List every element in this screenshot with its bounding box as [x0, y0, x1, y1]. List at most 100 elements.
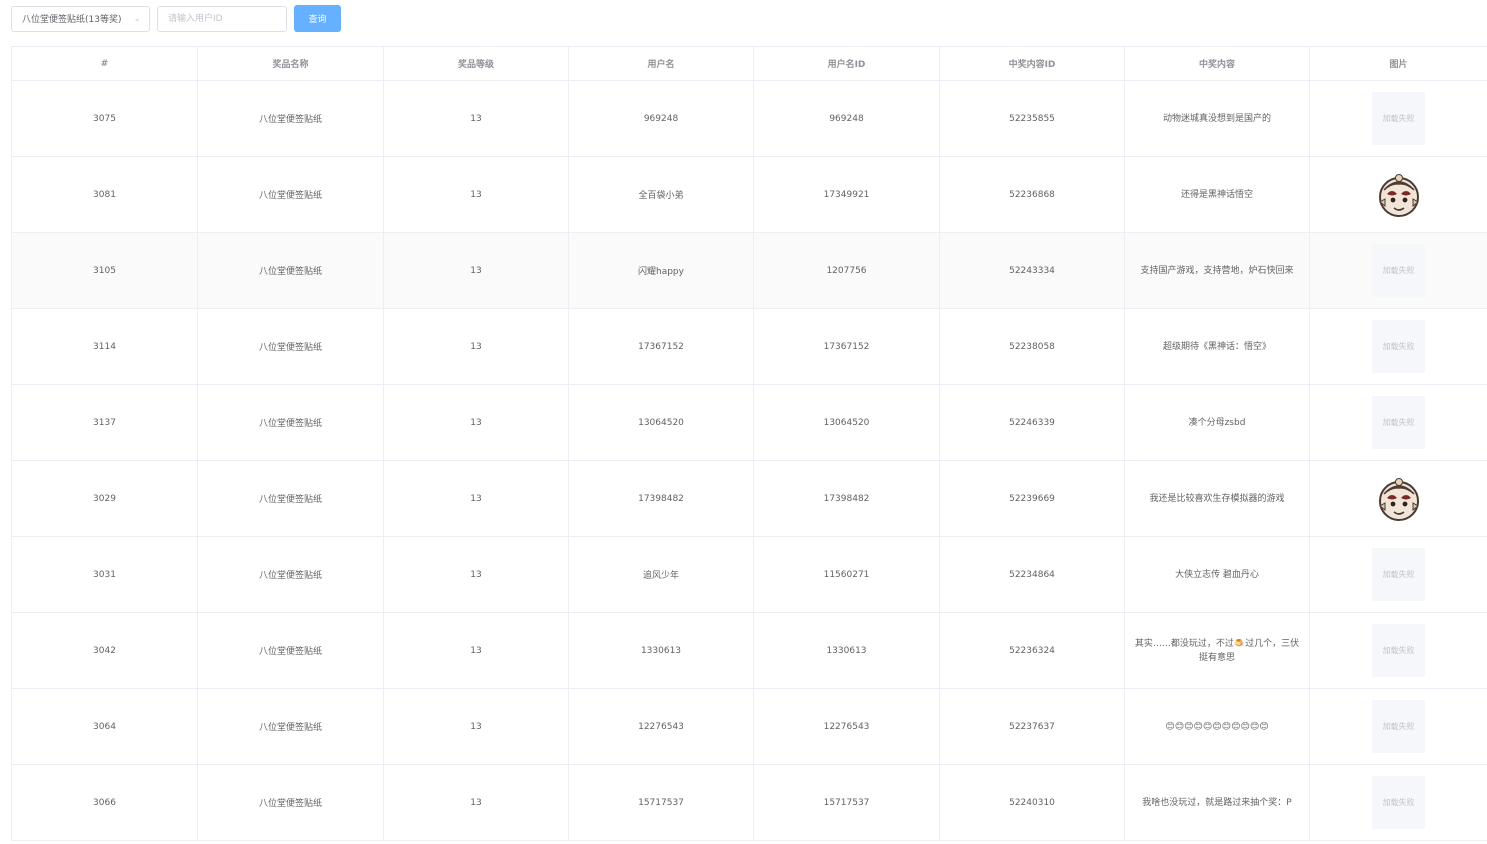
cell-prize-level: 13 — [383, 80, 569, 157]
cell-user-id: 1207756 — [753, 232, 940, 309]
cell-username: 闪耀happy — [568, 232, 754, 309]
cell-username: 17367152 — [568, 308, 754, 385]
cell-content: 超级期待《黑神话：悟空》 — [1124, 308, 1310, 385]
cell-index: 3064 — [11, 688, 198, 765]
header-content-id: 中奖内容ID — [939, 46, 1125, 81]
cell-prize-level: 13 — [383, 688, 569, 765]
cell-content-id: 52235855 — [939, 80, 1125, 157]
image-load-failed: 加载失败 — [1372, 92, 1425, 145]
cell-content-id: 52236324 — [939, 612, 1125, 689]
sticker-image[interactable] — [1372, 168, 1425, 221]
header-index: # — [11, 46, 198, 81]
filter-toolbar: 八位堂便签贴纸(13等奖) ⌄ 查询 — [11, 5, 341, 32]
cell-index: 3075 — [11, 80, 198, 157]
cell-content: 😊😊😊😊😊😊😊😊😊😊😊 — [1124, 688, 1310, 765]
cell-content-id: 52243334 — [939, 232, 1125, 309]
header-content: 中奖内容 — [1124, 46, 1310, 81]
cell-index: 3066 — [11, 764, 198, 841]
table-header-row: # 奖品名称 奖品等级 用户名 用户名ID 中奖内容ID 中奖内容 图片 — [11, 46, 1487, 81]
table-row: 3029 八位堂便签贴纸 13 17398482 17398482 52239669 我还是… — [11, 460, 1487, 537]
header-user-id: 用户名ID — [753, 46, 940, 81]
cell-image: 加载失败 — [1309, 612, 1487, 689]
image-load-failed: 加载失败 — [1372, 776, 1425, 829]
header-username: 用户名 — [568, 46, 754, 81]
cell-content-id: 52234864 — [939, 536, 1125, 613]
table-row: 3137 八位堂便签贴纸 13 13064520 13064520 52246339 凑个分… — [11, 384, 1487, 461]
search-button[interactable]: 查询 — [294, 5, 341, 32]
cell-image: 加载失败 — [1309, 308, 1487, 385]
table-body: 3075 八位堂便签贴纸 13 969248 969248 52235855 动物迷城真没想… — [11, 80, 1487, 841]
cell-prize-level: 13 — [383, 460, 569, 537]
cell-content-id: 52237637 — [939, 688, 1125, 765]
cell-prize-level: 13 — [383, 536, 569, 613]
cell-content: 我还是比较喜欢生存模拟器的游戏 — [1124, 460, 1310, 537]
cell-prize-name: 八位堂便签贴纸 — [197, 460, 384, 537]
chevron-down-icon: ⌄ — [133, 13, 141, 24]
cell-prize-level: 13 — [383, 384, 569, 461]
table-row: 3075 八位堂便签贴纸 13 969248 969248 52235855 动物迷城真没想… — [11, 80, 1487, 157]
user-id-input[interactable] — [157, 5, 287, 32]
cell-content: 还得是黑神话悟空 — [1124, 156, 1310, 233]
image-load-failed: 加载失败 — [1372, 396, 1425, 449]
table-row: 3066 八位堂便签贴纸 13 15717537 15717537 52240310 我啥也… — [11, 764, 1487, 841]
cell-user-id: 17349921 — [753, 156, 940, 233]
cell-username: 969248 — [568, 80, 754, 157]
cell-prize-level: 13 — [383, 308, 569, 385]
cell-index: 3105 — [11, 232, 198, 309]
cell-prize-name: 八位堂便签贴纸 — [197, 764, 384, 841]
header-prize-name: 奖品名称 — [197, 46, 384, 81]
table-row: 3081 八位堂便签贴纸 13 全百袋小弟 17349921 52236868 还得是黑神话… — [11, 156, 1487, 233]
image-load-failed: 加载失败 — [1372, 700, 1425, 753]
image-load-failed: 加载失败 — [1372, 244, 1425, 297]
cell-content-id: 52238058 — [939, 308, 1125, 385]
prize-select-value: 八位堂便签贴纸(13等奖) — [22, 15, 122, 25]
cell-index: 3114 — [11, 308, 198, 385]
cell-user-id: 13064520 — [753, 384, 940, 461]
cell-user-id: 15717537 — [753, 764, 940, 841]
cell-username: 17398482 — [568, 460, 754, 537]
winners-table: # 奖品名称 奖品等级 用户名 用户名ID 中奖内容ID 中奖内容 图片 307… — [11, 46, 1487, 841]
table-row: 3042 八位堂便签贴纸 13 1330613 1330613 52236324 其实……都… — [11, 612, 1487, 689]
cell-content: 支持国产游戏，支持营地，炉石快回来 — [1124, 232, 1310, 309]
cell-content: 动物迷城真没想到是国产的 — [1124, 80, 1310, 157]
cell-prize-name: 八位堂便签贴纸 — [197, 80, 384, 157]
cell-content-id: 52236868 — [939, 156, 1125, 233]
cell-index: 3029 — [11, 460, 198, 537]
cell-username: 1330613 — [568, 612, 754, 689]
cell-prize-name: 八位堂便签贴纸 — [197, 536, 384, 613]
cell-username: 追风少年 — [568, 536, 754, 613]
cell-image — [1309, 156, 1487, 233]
table-row: 3105 八位堂便签贴纸 13 闪耀happy 1207756 52243334 支持国产游… — [11, 232, 1487, 309]
cell-username: 15717537 — [568, 764, 754, 841]
cell-image — [1309, 460, 1487, 537]
cell-user-id: 12276543 — [753, 688, 940, 765]
cell-image: 加载失败 — [1309, 536, 1487, 613]
table-row: 3031 八位堂便签贴纸 13 追风少年 11560271 52234864 大侠立志传 碧… — [11, 536, 1487, 613]
cell-content-id: 52240310 — [939, 764, 1125, 841]
cell-prize-name: 八位堂便签贴纸 — [197, 384, 384, 461]
sticker-icon — [1378, 477, 1419, 521]
cell-user-id: 17398482 — [753, 460, 940, 537]
cell-image: 加载失败 — [1309, 80, 1487, 157]
cell-prize-level: 13 — [383, 612, 569, 689]
cell-user-id: 1330613 — [753, 612, 940, 689]
table-row: 3064 八位堂便签贴纸 13 12276543 12276543 52237637 😊😊😊… — [11, 688, 1487, 765]
cell-prize-name: 八位堂便签贴纸 — [197, 612, 384, 689]
image-load-failed: 加载失败 — [1372, 320, 1425, 373]
cell-content: 其实……都没玩过，不过🍮过几个，三伏挺有意思 — [1124, 612, 1310, 689]
cell-image: 加载失败 — [1309, 384, 1487, 461]
cell-prize-level: 13 — [383, 156, 569, 233]
sticker-image[interactable] — [1372, 472, 1425, 525]
cell-prize-name: 八位堂便签贴纸 — [197, 232, 384, 309]
cell-content-id: 52246339 — [939, 384, 1125, 461]
table-row: 3114 八位堂便签贴纸 13 17367152 17367152 52238058 超级期… — [11, 308, 1487, 385]
sticker-icon — [1378, 173, 1419, 217]
prize-select[interactable]: 八位堂便签贴纸(13等奖) ⌄ — [11, 5, 150, 32]
cell-username: 12276543 — [568, 688, 754, 765]
cell-image: 加载失败 — [1309, 232, 1487, 309]
cell-index: 3031 — [11, 536, 198, 613]
cell-content-id: 52239669 — [939, 460, 1125, 537]
cell-content: 我啥也没玩过，就是路过来抽个奖：P — [1124, 764, 1310, 841]
cell-prize-name: 八位堂便签贴纸 — [197, 688, 384, 765]
cell-user-id: 11560271 — [753, 536, 940, 613]
